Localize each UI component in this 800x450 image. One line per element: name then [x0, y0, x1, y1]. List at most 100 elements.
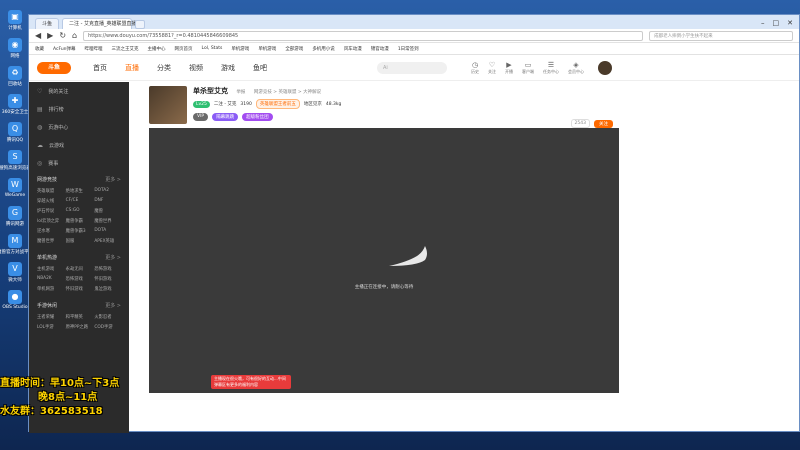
tab-home[interactable]: 斗鱼 [35, 18, 60, 29]
sidebar-item[interactable]: ☁ 云游戏 [29, 136, 129, 154]
bookmark-item[interactable]: 多机用小说 [312, 46, 335, 52]
desktop-icon[interactable]: ♻ 回收站 [0, 66, 30, 93]
sidebar-category-link[interactable]: 魔兽争霸3 [66, 228, 93, 234]
header-icon-button[interactable]: ◷ 历史 [471, 61, 479, 75]
sidebar-category-link[interactable]: 国服 [66, 238, 93, 244]
sidebar-category-link[interactable]: 炉石传说 [37, 208, 64, 214]
bookmark-item[interactable]: Lol, Stats [202, 46, 223, 51]
maximize-icon[interactable]: □ [773, 19, 780, 27]
follow-button[interactable]: 关注 [594, 119, 613, 128]
sidebar-category-link[interactable]: COD手游 [94, 324, 121, 330]
sidebar-category-link[interactable]: lol云顶之弈 [37, 218, 64, 224]
sidebar-category-link[interactable]: APEX英雄 [94, 238, 121, 244]
sidebar-category-link[interactable]: 怀旧游戏 [94, 276, 121, 282]
sidebar-category-link[interactable]: 恐怖游戏 [94, 266, 121, 272]
header-icon-button[interactable]: ▶ 开播 [505, 61, 513, 75]
site-logo[interactable]: 斗鱼 [37, 61, 71, 74]
desktop-icon[interactable]: ▣ 计算机 [0, 10, 30, 37]
minimize-icon[interactable]: – [761, 19, 765, 27]
room-category[interactable]: 网游竞技 > 英雄联盟 > 大神解说 [254, 90, 321, 95]
desktop-icon[interactable]: M 魔兽官方对战平台 [0, 234, 33, 261]
sidebar-more-link[interactable]: 更多 > [105, 176, 121, 183]
close-icon[interactable]: ✕ [787, 19, 793, 27]
video-player[interactable]: 主播正在连接中，请耐心等待 主播现在很火哦，可有很好的互动...中间弹幕区有更多… [149, 128, 619, 393]
report-link[interactable]: 举报 [236, 90, 245, 95]
sidebar-category-link[interactable]: 恐怖游戏 [66, 276, 93, 282]
sidebar-category-link[interactable]: 绝地求生 [66, 188, 93, 194]
bookmark-item[interactable]: 哔哩哔哩 [85, 46, 103, 52]
sidebar-category-link[interactable]: 原神PP之路 [66, 324, 93, 330]
header-icon-button[interactable]: ▭ 客户端 [522, 61, 534, 75]
new-tab-button[interactable] [135, 20, 146, 29]
bookmark-item[interactable]: 单机游戏 [258, 46, 276, 52]
sidebar-more-link[interactable]: 更多 > [105, 302, 121, 309]
site-search-input[interactable]: Ai [377, 61, 447, 74]
desktop-icon[interactable]: S 搜狗高速浏览器 [0, 150, 31, 177]
sidebar-category-link[interactable]: NBA2K [37, 276, 64, 282]
sidebar-item[interactable]: ▤ 排行榜 [29, 100, 129, 118]
sidebar-category-link[interactable]: 魔兽争霸 [66, 218, 93, 224]
room-badge-2[interactable]: 超级粉丝团 [242, 113, 273, 121]
desktop-icon[interactable]: G 腾讯网游 [0, 206, 30, 233]
sidebar-category-link[interactable]: CF/CE [66, 198, 93, 204]
desktop-icon[interactable]: ● OBS Studio [0, 290, 30, 317]
forward-icon[interactable]: ▶ [47, 31, 53, 40]
nav-item[interactable]: 鱼吧 [253, 63, 267, 73]
sidebar-item[interactable]: ♡ 我的关注 [29, 82, 129, 100]
sidebar-item[interactable]: ◎ 赛事 [29, 154, 129, 172]
header-icon-button[interactable]: ☰ 任务中心 [543, 61, 559, 75]
desktop-icon[interactable]: ✚ 360安全卫士 [0, 94, 30, 121]
nav-item[interactable]: 视频 [189, 63, 203, 73]
bookmark-item[interactable]: 主播中心 [148, 46, 166, 52]
sidebar-category-link[interactable]: 单机网游 [37, 286, 64, 292]
bookmark-item[interactable]: 三流之王艾克 [112, 46, 139, 52]
bookmark-item[interactable]: AcFun弹幕 [53, 46, 76, 52]
vip-badge[interactable]: VIP [193, 113, 209, 121]
bookmark-item[interactable]: 1日常签到 [398, 46, 419, 52]
bookmark-item[interactable]: 全部游戏 [285, 46, 303, 52]
sidebar-category-link[interactable]: DNF [94, 198, 121, 204]
bookmark-item[interactable]: 风车动漫 [344, 46, 362, 52]
sidebar-category-link[interactable]: DOTA [94, 228, 121, 234]
header-icon-button[interactable]: ◈ 会员中心 [568, 61, 584, 75]
tab-active[interactable]: 二注 - 艾克直播_英雄联盟直播 [62, 18, 137, 29]
bookmark-item[interactable]: 网页首页 [175, 46, 193, 52]
sidebar-category-link[interactable]: 魔兽世界 [37, 238, 64, 244]
sidebar-category-link[interactable]: 和平精英 [66, 314, 93, 320]
browser-search-input[interactable]: 成都老人摔倒小学生扶不起来 [649, 30, 793, 41]
sidebar-category-link[interactable]: 火影忍者 [94, 314, 121, 320]
header-icon-button[interactable]: ♡ 关注 [488, 61, 496, 75]
room-badge-1[interactable]: 隔幕跳跳 [212, 113, 239, 121]
home-icon[interactable]: ⌂ [72, 31, 77, 40]
sidebar-category-link[interactable]: 王者荣耀 [37, 314, 64, 320]
bookmark-item[interactable]: 锦官动漫 [371, 46, 389, 52]
sidebar-category-link[interactable]: 逆水寒 [37, 228, 64, 234]
bookmark-item[interactable]: 单机游戏 [231, 46, 249, 52]
nav-item[interactable]: 游戏 [221, 63, 235, 73]
avatar[interactable] [598, 60, 612, 75]
sidebar-more-link[interactable]: 更多 > [105, 254, 121, 261]
sidebar-category-link[interactable]: DOTA2 [94, 188, 121, 194]
desktop-icon[interactable]: ◉ 网络 [0, 38, 30, 65]
sidebar-category-link[interactable]: LOL手游 [37, 324, 64, 330]
sidebar-category-link[interactable]: 主机游戏 [37, 266, 64, 272]
nav-item[interactable]: 分类 [157, 63, 171, 73]
desktop-icon[interactable]: Q 腾讯QQ [0, 122, 30, 149]
sidebar-category-link[interactable]: 英雄联盟 [37, 188, 64, 194]
nav-item[interactable]: 直播 [125, 63, 139, 73]
sidebar-item[interactable]: ◍ 页游中心 [29, 118, 129, 136]
desktop-icon[interactable]: V 微大师 [0, 262, 30, 289]
sidebar-category-link[interactable]: 穿越火线 [37, 198, 64, 204]
streamer-name[interactable]: 二注 - 艾克 [214, 101, 236, 107]
sidebar-category-link[interactable]: CS:GO [66, 208, 93, 214]
player-toast[interactable]: 主播现在很火哦，可有很好的互动...中间弹幕区有更多的福利内容 [211, 375, 291, 389]
nav-item[interactable]: 首页 [93, 63, 107, 73]
rank-tag[interactable]: 英雄联盟王者前五 [255, 99, 300, 109]
refresh-icon[interactable]: ↻ [59, 31, 66, 40]
sidebar-category-link[interactable]: 鬼泣游戏 [94, 286, 121, 292]
sidebar-category-link[interactable]: 魔兽 [94, 208, 121, 214]
bookmark-item[interactable]: 收藏 [35, 46, 44, 52]
sidebar-category-link[interactable]: 魔兽世界 [94, 218, 121, 224]
sidebar-category-link[interactable]: 怀旧游戏 [66, 286, 93, 292]
sidebar-category-link[interactable]: 永劫无间 [66, 266, 93, 272]
